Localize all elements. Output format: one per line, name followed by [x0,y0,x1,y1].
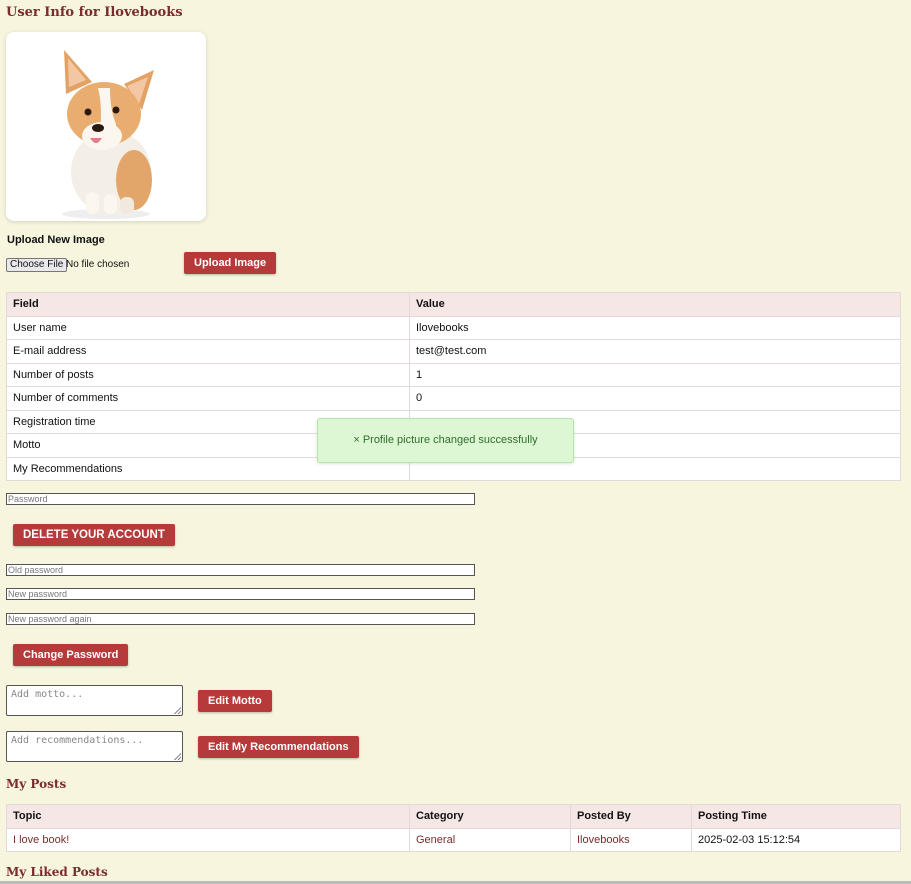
edit-recommendations-button[interactable]: Edit My Recommendations [198,736,359,758]
header-field: Field [6,292,410,317]
delete-account-button[interactable]: DELETE YOUR ACCOUNT [13,524,175,546]
motto-textarea[interactable]: Add motto... [6,685,183,716]
profile-avatar [6,32,206,221]
header-posting-time: Posting Time [691,804,901,829]
liked-posts-heading: My Liked Posts [6,865,108,879]
field-cell: Number of posts [6,362,410,387]
new-password-again-input[interactable]: New password again [6,613,475,625]
upload-image-button[interactable]: Upload Image [184,252,277,274]
recommendations-textarea[interactable]: Add recommendations... [6,731,183,762]
value-cell: Ilovebooks [409,315,901,340]
value-cell: 0 [409,386,901,411]
header-value: Value [409,292,901,317]
toast-message: Profile picture changed successfully [362,434,538,446]
post-category-link[interactable]: General [409,827,571,852]
value-cell: test@test.com [409,339,901,364]
choose-file-button[interactable]: Choose File [6,258,68,272]
post-topic-link[interactable]: I love book! [6,827,410,852]
password-input[interactable]: Password [6,493,475,505]
post-time: 2025-02-03 15:12:54 [691,827,901,852]
motto-placeholder: Add motto... [11,689,84,700]
new-password-input[interactable]: New password [6,588,475,600]
field-cell: Number of comments [6,386,410,411]
my-posts-heading: My Posts [6,777,67,791]
post-author-link[interactable]: Ilovebooks [570,827,692,852]
header-category: Category [409,804,571,829]
recommendations-placeholder: Add recommendations... [11,735,144,746]
table-row: I love book! General Ilovebooks 2025-02-… [6,827,901,852]
table-header-row: Topic Category Posted By Posting Time [6,804,901,829]
old-password-input[interactable]: Old password [6,564,475,576]
header-topic: Topic [6,804,410,829]
my-posts-table: Topic Category Posted By Posting Time I … [6,804,901,852]
field-cell: E-mail address [6,339,410,364]
success-toast: × Profile picture changed successfully [317,418,574,463]
resize-handle-icon[interactable] [174,753,181,760]
table-row: User name Ilovebooks [6,315,901,340]
table-row: Number of posts 1 [6,362,901,387]
field-cell: User name [6,315,410,340]
file-status: No file chosen [66,259,130,270]
page-title: User Info for Ilovebooks [6,5,183,20]
resize-handle-icon[interactable] [174,707,181,714]
upload-label: Upload New Image [7,234,105,246]
edit-motto-button[interactable]: Edit Motto [198,690,272,712]
table-header-row: Field Value [6,292,901,317]
close-icon[interactable]: × [353,434,359,446]
value-cell: 1 [409,362,901,387]
table-row: Number of comments 0 [6,386,901,411]
change-password-button[interactable]: Change Password [13,644,129,666]
table-row: E-mail address test@test.com [6,339,901,364]
corgi-photo-icon [62,50,154,219]
header-posted-by: Posted By [570,804,692,829]
